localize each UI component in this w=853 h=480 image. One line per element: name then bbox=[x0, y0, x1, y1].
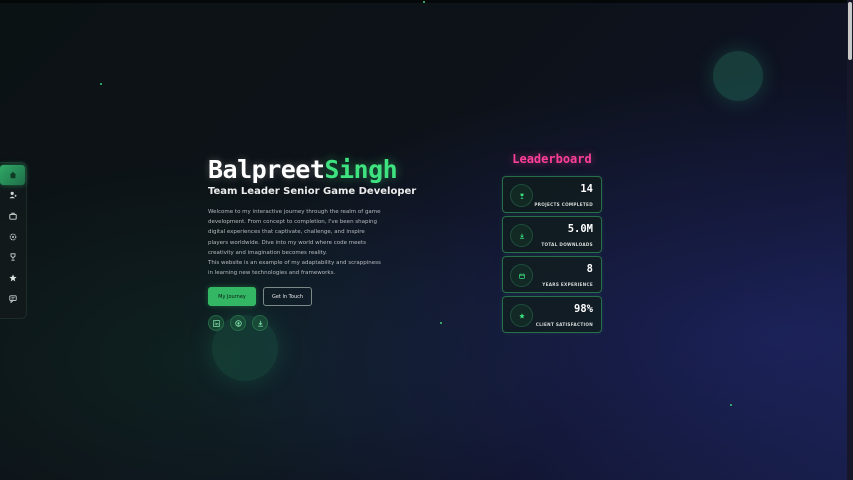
sidebar-nav bbox=[0, 162, 27, 319]
hero-last-name: Singh bbox=[324, 155, 398, 184]
download-icon bbox=[257, 320, 263, 327]
hero-description-intro: Welcome to my interactive journey throug… bbox=[208, 209, 381, 256]
sidebar-item-about[interactable] bbox=[0, 185, 25, 205]
stat-icon-ring bbox=[510, 224, 533, 247]
scrollbar-thumb[interactable] bbox=[848, 2, 852, 60]
stat-card: 5.0M TOTAL DOWNLOADS bbox=[502, 216, 602, 253]
particle bbox=[730, 404, 732, 406]
trophy-icon bbox=[10, 253, 15, 261]
stat-icon-ring bbox=[510, 264, 533, 287]
page-scrollbar[interactable] bbox=[847, 0, 853, 480]
trophy-icon bbox=[520, 193, 523, 199]
stat-value: 5.0M bbox=[567, 223, 593, 235]
sidebar-item-skills[interactable] bbox=[0, 227, 25, 247]
stat-icon-ring bbox=[510, 184, 533, 207]
home-icon bbox=[9, 171, 16, 179]
sidebar-item-favorites[interactable] bbox=[0, 268, 25, 288]
stat-value: 8 bbox=[586, 263, 593, 275]
download-link[interactable] bbox=[252, 315, 268, 331]
chat-icon bbox=[8, 295, 17, 303]
top-border bbox=[0, 0, 853, 3]
stat-card: 8 YEARS EXPERIENCE bbox=[502, 256, 602, 293]
my-journey-button[interactable]: My Journey bbox=[208, 287, 256, 306]
sidebar-item-achievements[interactable] bbox=[0, 247, 25, 267]
user-icon bbox=[8, 191, 17, 199]
stat-value: 14 bbox=[580, 183, 593, 195]
hero-first-name: Balpreet bbox=[208, 155, 325, 184]
stat-label: PROJECTS COMPLETED bbox=[534, 202, 593, 207]
stat-icon-ring bbox=[510, 304, 533, 327]
particle bbox=[440, 322, 442, 324]
linkedin-icon bbox=[212, 319, 220, 327]
github-icon bbox=[234, 319, 242, 327]
particle bbox=[423, 1, 425, 3]
github-link[interactable] bbox=[230, 315, 246, 331]
hero-description: Welcome to my interactive journey throug… bbox=[208, 207, 383, 278]
linkedin-link[interactable] bbox=[208, 315, 224, 331]
stat-card: 14 PROJECTS COMPLETED bbox=[502, 176, 602, 213]
sidebar-item-contact[interactable] bbox=[0, 289, 25, 309]
decorative-orb bbox=[713, 51, 763, 101]
sidebar-item-projects[interactable] bbox=[0, 206, 25, 226]
star-icon bbox=[518, 312, 525, 319]
leaderboard-title: Leaderboard bbox=[512, 152, 592, 166]
download-icon bbox=[519, 233, 524, 239]
briefcase-icon bbox=[8, 212, 17, 220]
particle bbox=[100, 83, 102, 85]
calendar-icon bbox=[518, 273, 525, 279]
get-in-touch-button[interactable]: Get In Touch bbox=[263, 287, 312, 306]
hero-subtitle: Team Leader Senior Game Developer bbox=[208, 186, 417, 197]
sidebar-item-home[interactable] bbox=[0, 165, 25, 185]
stat-card: 98% CLIENT SATISFACTION bbox=[502, 296, 602, 333]
stat-label: TOTAL DOWNLOADS bbox=[541, 242, 593, 247]
hero-description-note: This website is an example of my adaptab… bbox=[208, 260, 381, 277]
hero-title: BalpreetSingh bbox=[208, 155, 398, 184]
star-icon bbox=[8, 274, 17, 282]
stat-label: YEARS EXPERIENCE bbox=[542, 282, 593, 287]
gear-icon bbox=[9, 233, 16, 241]
stat-label: CLIENT SATISFACTION bbox=[535, 322, 593, 327]
stat-value: 98% bbox=[574, 303, 593, 315]
